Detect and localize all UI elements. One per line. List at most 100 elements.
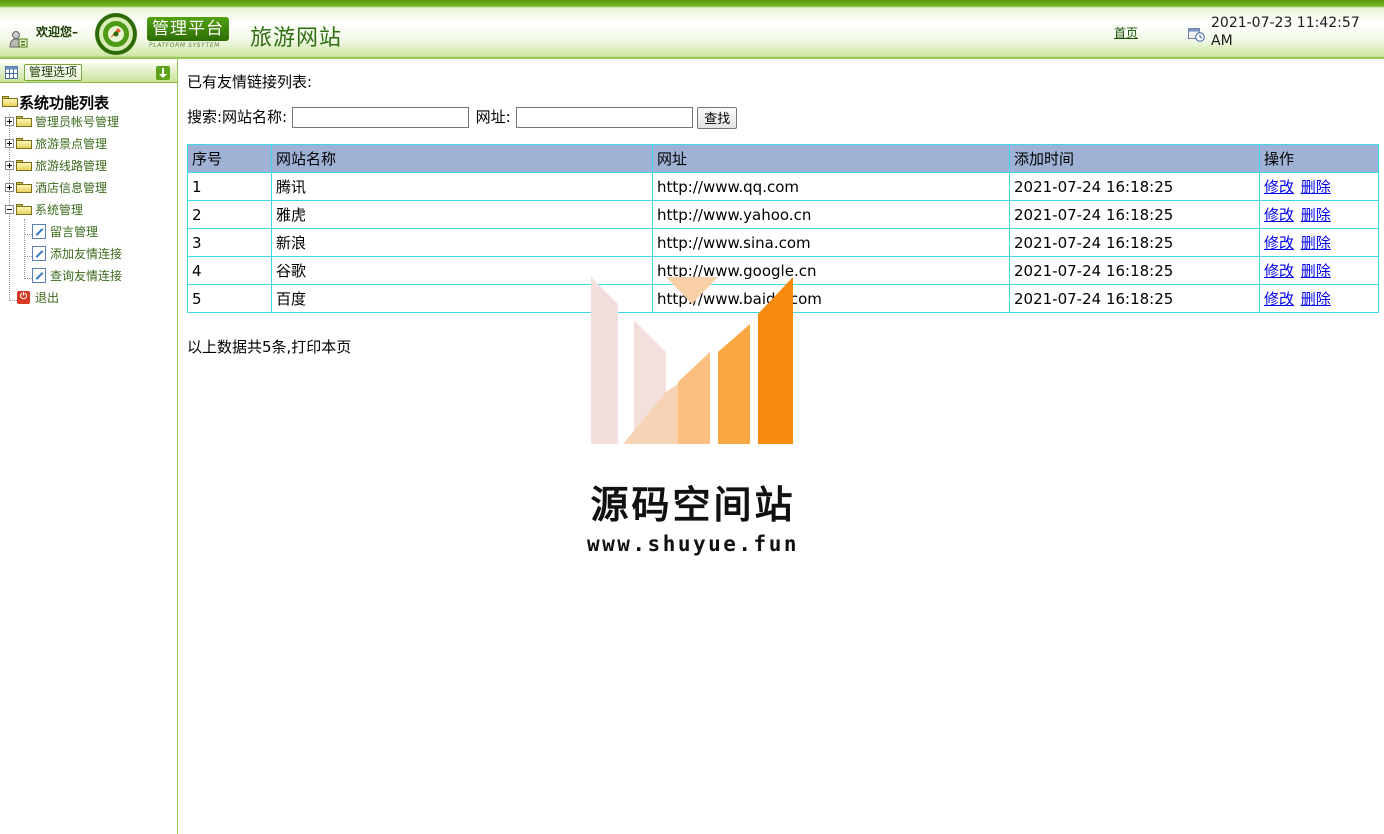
sidebar-item-label: 酒店信息管理 bbox=[35, 181, 108, 195]
table-row: 2 雅虎 http://www.yahoo.cn 2021-07-24 16:1… bbox=[187, 200, 1379, 229]
sidebar-header: 管理选项 bbox=[0, 63, 177, 83]
links-table: 序号 网站名称 网址 添加时间 操作 1 腾讯 http://www.qq.co… bbox=[187, 144, 1379, 313]
folder-open-icon bbox=[2, 96, 18, 107]
edit-link[interactable]: 修改 bbox=[1264, 234, 1294, 252]
cell-actions: 修改 删除 bbox=[1259, 256, 1379, 285]
delete-link[interactable]: 删除 bbox=[1301, 206, 1331, 224]
sidebar-item-label: 系统管理 bbox=[35, 203, 84, 217]
cell-name: 腾讯 bbox=[271, 172, 653, 201]
folder-icon bbox=[16, 160, 32, 171]
user-icon bbox=[9, 31, 28, 48]
search-button[interactable]: 查找 bbox=[697, 106, 738, 129]
folder-icon bbox=[16, 182, 32, 193]
cell-time: 2021-07-24 16:18:25 bbox=[1009, 256, 1260, 285]
calendar-clock-icon bbox=[1188, 28, 1205, 42]
search-name-label: 搜索:网站名称: bbox=[187, 108, 288, 126]
main-content: 已有友情链接列表: 搜索:网站名称: 网址: 查找 序号 网站名称 网址 添加时… bbox=[187, 59, 1382, 834]
folder-icon bbox=[16, 116, 32, 127]
site-name-input[interactable] bbox=[291, 107, 469, 128]
expand-plus-icon[interactable] bbox=[5, 183, 14, 192]
cell-id: 1 bbox=[187, 172, 272, 201]
cell-url: http://www.yahoo.cn bbox=[652, 200, 1010, 229]
column-header: 网址 bbox=[652, 144, 1010, 173]
current-datetime: 2021-07-23 11:42:57 AM bbox=[1211, 15, 1360, 49]
sidebar-item-add-link[interactable]: 添加友情连接 bbox=[0, 244, 170, 264]
cell-time: 2021-07-24 16:18:25 bbox=[1009, 284, 1260, 313]
delete-link[interactable]: 删除 bbox=[1301, 290, 1331, 308]
column-header: 网站名称 bbox=[271, 144, 653, 173]
sidebar-item-messages[interactable]: 留言管理 bbox=[0, 222, 170, 242]
expand-plus-icon[interactable] bbox=[5, 117, 14, 126]
sidebar-item-label: 添加友情连接 bbox=[50, 247, 123, 261]
cell-actions: 修改 删除 bbox=[1259, 172, 1379, 201]
search-form: 搜索:网站名称: 网址: 查找 bbox=[187, 106, 738, 129]
site-title: 旅游网站 bbox=[250, 26, 343, 51]
delete-link[interactable]: 删除 bbox=[1301, 178, 1331, 196]
expand-plus-icon[interactable] bbox=[5, 139, 14, 148]
grid-icon bbox=[5, 66, 18, 79]
column-header: 操作 bbox=[1259, 144, 1379, 173]
tree-root: 系统功能列表 bbox=[2, 92, 109, 113]
url-input[interactable] bbox=[515, 107, 693, 128]
sidebar-item-label: 旅游线路管理 bbox=[35, 159, 108, 173]
collapse-arrow-icon[interactable] bbox=[156, 66, 170, 80]
cell-time: 2021-07-24 16:18:25 bbox=[1009, 200, 1260, 229]
power-icon: ⏻ bbox=[17, 291, 30, 304]
delete-link[interactable]: 删除 bbox=[1301, 262, 1331, 280]
sidebar-item-system-management[interactable]: 系统管理 bbox=[0, 200, 170, 220]
manage-options-button[interactable]: 管理选项 bbox=[24, 64, 83, 81]
column-header: 序号 bbox=[187, 144, 272, 173]
sidebar-item-tour-routes[interactable]: 旅游线路管理 bbox=[0, 156, 170, 176]
table-header-row: 序号 网站名称 网址 添加时间 操作 bbox=[187, 144, 1379, 173]
welcome-text: 欢迎您– bbox=[36, 25, 79, 39]
table-row: 4 谷歌 http://www.google.cn 2021-07-24 16:… bbox=[187, 256, 1379, 285]
cell-id: 5 bbox=[187, 284, 272, 313]
cell-name: 新浪 bbox=[271, 228, 653, 257]
sidebar-item-label: 旅游景点管理 bbox=[35, 137, 108, 151]
cell-name: 雅虎 bbox=[271, 200, 653, 229]
sidebar-item-admin-accounts[interactable]: 管理员帐号管理 bbox=[0, 112, 170, 132]
cell-actions: 修改 删除 bbox=[1259, 228, 1379, 257]
home-link[interactable]: 首页 bbox=[1114, 24, 1138, 41]
sidebar-item-label: 查询友情连接 bbox=[50, 269, 123, 283]
record-count-note: 以上数据共5条,打印本页 bbox=[187, 338, 352, 356]
table-row: 1 腾讯 http://www.qq.com 2021-07-24 16:18:… bbox=[187, 172, 1379, 201]
sidebar-item-label: 退出 bbox=[35, 291, 60, 305]
table-row: 3 新浪 http://www.sina.com 2021-07-24 16:1… bbox=[187, 228, 1379, 257]
delete-link[interactable]: 删除 bbox=[1301, 234, 1331, 252]
edit-link[interactable]: 修改 bbox=[1264, 290, 1294, 308]
edit-link[interactable]: 修改 bbox=[1264, 262, 1294, 280]
platform-subtitle: PLATFORM SYSYTEM bbox=[149, 42, 220, 49]
cell-actions: 修改 删除 bbox=[1259, 284, 1379, 313]
url-label: 网址: bbox=[475, 108, 511, 126]
edit-page-icon bbox=[32, 246, 46, 261]
collapse-minus-icon[interactable] bbox=[5, 205, 14, 214]
folder-icon bbox=[16, 138, 32, 149]
cell-actions: 修改 删除 bbox=[1259, 200, 1379, 229]
column-header: 添加时间 bbox=[1009, 144, 1260, 173]
sidebar-item-exit[interactable]: ⏻ 退出 bbox=[0, 288, 170, 308]
edit-page-icon bbox=[32, 268, 46, 283]
folder-open-icon bbox=[16, 204, 32, 215]
platform-label: 管理平台 bbox=[147, 17, 229, 41]
cell-id: 4 bbox=[187, 256, 272, 285]
cell-time: 2021-07-24 16:18:25 bbox=[1009, 228, 1260, 257]
edit-link[interactable]: 修改 bbox=[1264, 206, 1294, 224]
sidebar-item-query-links[interactable]: 查询友情连接 bbox=[0, 266, 170, 286]
sidebar-item-scenic-spots[interactable]: 旅游景点管理 bbox=[0, 134, 170, 154]
top-header: 欢迎您– 管理平台 PLATFORM SYSYTEM 旅游网站 首页 2021-… bbox=[0, 0, 1384, 59]
cell-url: http://www.baidu.com bbox=[652, 284, 1010, 313]
cell-name: 谷歌 bbox=[271, 256, 653, 285]
edit-link[interactable]: 修改 bbox=[1264, 178, 1294, 196]
tree-root-label: 系统功能列表 bbox=[19, 94, 110, 112]
sidebar-item-label: 管理员帐号管理 bbox=[35, 115, 120, 129]
cell-time: 2021-07-24 16:18:25 bbox=[1009, 172, 1260, 201]
expand-plus-icon[interactable] bbox=[5, 161, 14, 170]
platform-logo-icon bbox=[95, 13, 137, 55]
sidebar: 管理选项 系统功能列表 管理员帐号管理 旅游景点管理 旅游线路管理 酒店信息管理… bbox=[0, 59, 178, 834]
cell-url: http://www.sina.com bbox=[652, 228, 1010, 257]
cell-name: 百度 bbox=[271, 284, 653, 313]
table-row: 5 百度 http://www.baidu.com 2021-07-24 16:… bbox=[187, 284, 1379, 313]
sidebar-item-label: 留言管理 bbox=[50, 225, 99, 239]
sidebar-item-hotel-info[interactable]: 酒店信息管理 bbox=[0, 178, 170, 198]
